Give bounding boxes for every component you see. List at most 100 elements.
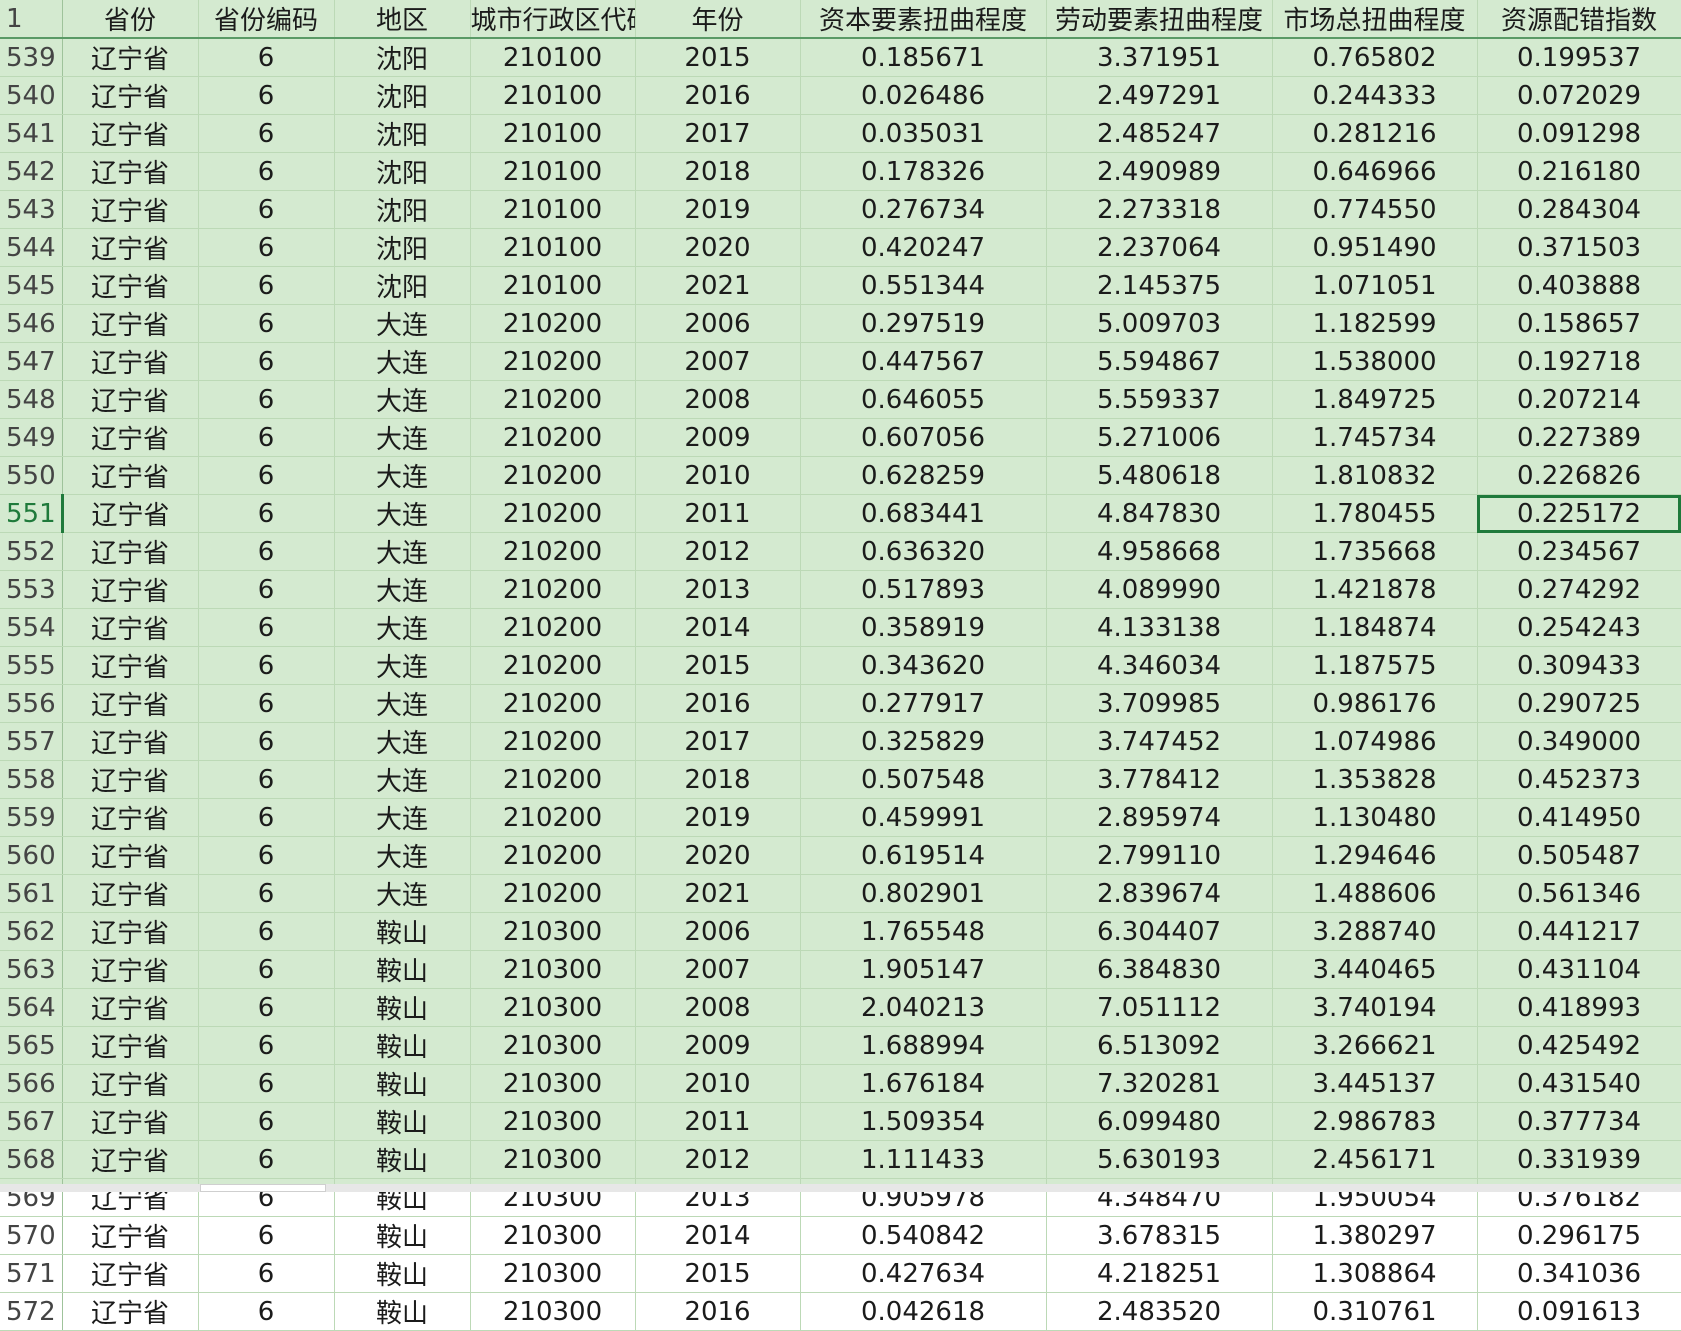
- table-cell[interactable]: 5.630193: [1046, 1140, 1273, 1179]
- table-cell[interactable]: 0.802901: [800, 874, 1047, 913]
- table-cell[interactable]: 0.216180: [1477, 152, 1681, 191]
- table-cell[interactable]: 7.051112: [1046, 988, 1273, 1027]
- table-cell[interactable]: 6: [198, 1140, 335, 1179]
- table-cell[interactable]: 0.178326: [800, 152, 1047, 191]
- row-number[interactable]: 548: [0, 380, 63, 419]
- table-cell[interactable]: 0.414950: [1477, 798, 1681, 837]
- table-cell[interactable]: 2012: [635, 1140, 801, 1179]
- row-number-header[interactable]: 1: [0, 0, 63, 39]
- table-cell[interactable]: 辽宁省: [62, 114, 199, 153]
- table-cell[interactable]: 2.485247: [1046, 114, 1273, 153]
- table-cell[interactable]: 1.111433: [800, 1140, 1047, 1179]
- table-cell[interactable]: 6.384830: [1046, 950, 1273, 989]
- table-cell[interactable]: 辽宁省: [62, 304, 199, 343]
- table-cell[interactable]: 2017: [635, 114, 801, 153]
- table-cell[interactable]: 210300: [470, 1292, 636, 1331]
- table-cell[interactable]: 0.343620: [800, 646, 1047, 685]
- table-cell[interactable]: 大连: [334, 532, 471, 571]
- table-cell[interactable]: 2.456171: [1272, 1140, 1478, 1179]
- table-cell[interactable]: 鞍山: [334, 912, 471, 951]
- table-cell[interactable]: 大连: [334, 760, 471, 799]
- table-cell[interactable]: 2.145375: [1046, 266, 1273, 305]
- table-cell[interactable]: 辽宁省: [62, 342, 199, 381]
- table-cell[interactable]: 3.678315: [1046, 1216, 1273, 1255]
- table-cell[interactable]: 4.218251: [1046, 1254, 1273, 1293]
- table-cell[interactable]: 2.839674: [1046, 874, 1273, 913]
- table-cell[interactable]: 1.130480: [1272, 798, 1478, 837]
- table-cell[interactable]: 2.040213: [800, 988, 1047, 1027]
- row-number[interactable]: 546: [0, 304, 63, 343]
- table-cell[interactable]: 1.538000: [1272, 342, 1478, 381]
- table-cell[interactable]: 210300: [470, 1102, 636, 1141]
- table-cell[interactable]: 210200: [470, 836, 636, 875]
- row-number[interactable]: 566: [0, 1064, 63, 1103]
- table-cell[interactable]: 1.421878: [1272, 570, 1478, 609]
- table-cell[interactable]: 6: [198, 988, 335, 1027]
- table-cell[interactable]: 辽宁省: [62, 38, 199, 77]
- table-cell[interactable]: 6: [198, 494, 335, 533]
- table-cell[interactable]: 辽宁省: [62, 950, 199, 989]
- table-cell[interactable]: 5.480618: [1046, 456, 1273, 495]
- table-cell[interactable]: 6: [198, 114, 335, 153]
- table-cell[interactable]: 0.447567: [800, 342, 1047, 381]
- table-cell[interactable]: 辽宁省: [62, 190, 199, 229]
- table-cell[interactable]: 辽宁省: [62, 1216, 199, 1255]
- table-cell[interactable]: 6: [198, 380, 335, 419]
- table-cell[interactable]: 0.254243: [1477, 608, 1681, 647]
- table-cell[interactable]: 0.349000: [1477, 722, 1681, 761]
- table-cell[interactable]: 2013: [635, 570, 801, 609]
- table-cell[interactable]: 辽宁省: [62, 266, 199, 305]
- table-cell[interactable]: 辽宁省: [62, 1292, 199, 1331]
- table-cell[interactable]: 6: [198, 1026, 335, 1065]
- table-cell[interactable]: 辽宁省: [62, 874, 199, 913]
- table-cell[interactable]: 大连: [334, 798, 471, 837]
- table-cell[interactable]: 2018: [635, 152, 801, 191]
- table-cell[interactable]: 5.594867: [1046, 342, 1273, 381]
- table-cell[interactable]: 210100: [470, 38, 636, 77]
- table-cell[interactable]: 1.810832: [1272, 456, 1478, 495]
- table-cell[interactable]: 6: [198, 190, 335, 229]
- table-cell[interactable]: 210300: [470, 950, 636, 989]
- table-cell[interactable]: 210100: [470, 266, 636, 305]
- table-cell[interactable]: 1.308864: [1272, 1254, 1478, 1293]
- row-number[interactable]: 570: [0, 1216, 63, 1255]
- table-cell[interactable]: 0.431104: [1477, 950, 1681, 989]
- table-cell[interactable]: 0.377734: [1477, 1102, 1681, 1141]
- table-cell[interactable]: 2020: [635, 228, 801, 267]
- table-cell[interactable]: 辽宁省: [62, 532, 199, 571]
- table-cell[interactable]: 1.676184: [800, 1064, 1047, 1103]
- row-number[interactable]: 542: [0, 152, 63, 191]
- table-cell[interactable]: 210300: [470, 1140, 636, 1179]
- table-cell[interactable]: 0.297519: [800, 304, 1047, 343]
- table-cell[interactable]: 0.358919: [800, 608, 1047, 647]
- horizontal-scrollbar[interactable]: [0, 1184, 1681, 1192]
- table-cell[interactable]: 2016: [635, 1292, 801, 1331]
- table-cell[interactable]: 5.559337: [1046, 380, 1273, 419]
- table-cell[interactable]: 2.237064: [1046, 228, 1273, 267]
- table-cell[interactable]: 0.042618: [800, 1292, 1047, 1331]
- row-number[interactable]: 559: [0, 798, 63, 837]
- table-cell[interactable]: 2012: [635, 532, 801, 571]
- table-cell[interactable]: 0.517893: [800, 570, 1047, 609]
- row-number[interactable]: 572: [0, 1292, 63, 1331]
- table-cell[interactable]: 沈阳: [334, 76, 471, 115]
- row-number[interactable]: 544: [0, 228, 63, 267]
- table-cell[interactable]: 6: [198, 570, 335, 609]
- table-cell[interactable]: 0.341036: [1477, 1254, 1681, 1293]
- table-cell[interactable]: 沈阳: [334, 38, 471, 77]
- table-cell[interactable]: 1.780455: [1272, 494, 1478, 533]
- row-number[interactable]: 568: [0, 1140, 63, 1179]
- table-cell[interactable]: 210200: [470, 608, 636, 647]
- table-cell[interactable]: 3.288740: [1272, 912, 1478, 951]
- table-cell[interactable]: 0.951490: [1272, 228, 1478, 267]
- table-cell[interactable]: 3.778412: [1046, 760, 1273, 799]
- row-number[interactable]: 557: [0, 722, 63, 761]
- table-cell[interactable]: 210200: [470, 722, 636, 761]
- table-cell[interactable]: 4.089990: [1046, 570, 1273, 609]
- table-cell[interactable]: 210300: [470, 1254, 636, 1293]
- table-cell[interactable]: 6: [198, 266, 335, 305]
- table-cell[interactable]: 210200: [470, 684, 636, 723]
- table-cell[interactable]: 1.509354: [800, 1102, 1047, 1141]
- column-header-labor-distortion[interactable]: 劳动要素扭曲程度: [1046, 0, 1273, 39]
- table-cell[interactable]: 沈阳: [334, 190, 471, 229]
